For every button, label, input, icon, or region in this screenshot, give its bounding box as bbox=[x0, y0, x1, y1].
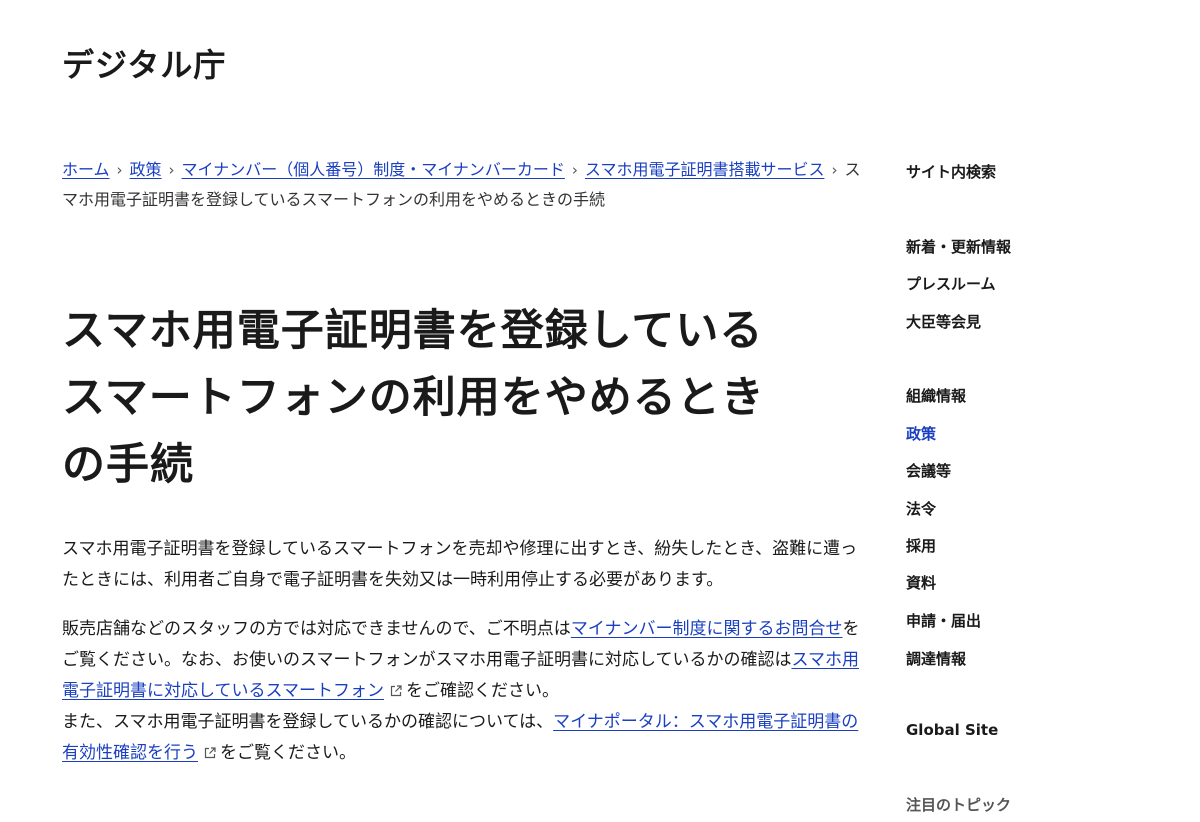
chevron-right-icon: › bbox=[116, 161, 123, 179]
guidance-text: をご確認ください。 bbox=[405, 681, 559, 701]
sidebar-item-meetings[interactable]: 会議等 bbox=[906, 460, 951, 481]
site-logo[interactable]: デジタル庁 bbox=[62, 40, 226, 86]
sidebar-item-organization[interactable]: 組織情報 bbox=[906, 385, 966, 406]
sidebar-item-recruit[interactable]: 採用 bbox=[906, 535, 936, 556]
chevron-right-icon: › bbox=[831, 161, 838, 179]
sidebar-item-procurement[interactable]: 調達情報 bbox=[906, 648, 966, 669]
sidebar-item-resources[interactable]: 資料 bbox=[906, 572, 936, 593]
mynumber-inquiry-link[interactable]: マイナンバー制度に関するお問合せ bbox=[571, 619, 843, 639]
page-title-line: の手続 bbox=[62, 440, 194, 490]
global-site-link[interactable]: Global Site bbox=[906, 721, 998, 739]
chevron-right-icon: › bbox=[168, 161, 175, 179]
breadcrumb-home-link[interactable]: ホーム bbox=[62, 160, 110, 179]
breadcrumb-mynumber-link[interactable]: マイナンバー（個人番号）制度・マイナンバーカード bbox=[182, 160, 565, 179]
sidebar-item-news[interactable]: 新着・更新情報 bbox=[906, 236, 1011, 257]
breadcrumb-smartphone-cert-link[interactable]: スマホ用電子証明書搭載サービス bbox=[585, 160, 825, 179]
breadcrumb-policy-link[interactable]: 政策 bbox=[130, 160, 162, 179]
intro-paragraph: スマホ用電子証明書を登録しているスマートフォンを売却や修理に出すとき、紛失したと… bbox=[62, 539, 858, 590]
page-title: スマホ用電子証明書を登録している スマートフォンの利用をやめるとき の手続 bbox=[62, 298, 868, 499]
guidance-text: をご覧ください。 bbox=[220, 743, 356, 763]
sidebar-item-applications[interactable]: 申請・届出 bbox=[906, 610, 981, 631]
external-link-icon bbox=[390, 685, 402, 697]
sidebar-item-press-room[interactable]: プレスルーム bbox=[906, 273, 996, 294]
chevron-right-icon: › bbox=[571, 161, 578, 179]
sidebar-item-laws[interactable]: 法令 bbox=[906, 498, 936, 519]
main-content: ホーム › 政策 › マイナンバー（個人番号）制度・マイナンバーカード › スマホ用電子証明… bbox=[62, 155, 868, 769]
page-title-line: スマートフォンの利用をやめるとき bbox=[62, 373, 765, 423]
guidance-text: また、スマホ用電子証明書を登録しているかの確認については、 bbox=[62, 712, 554, 732]
sidebar-item-minister-press[interactable]: 大臣等会見 bbox=[906, 311, 981, 332]
breadcrumb: ホーム › 政策 › マイナンバー（個人番号）制度・マイナンバーカード › スマホ用電子証明… bbox=[62, 155, 868, 214]
external-link-icon bbox=[204, 747, 216, 759]
sidebar-item-policy[interactable]: 政策 bbox=[906, 423, 936, 444]
guidance-text: 販売店舗などのスタッフの方では対応できませんので、ご不明点は bbox=[62, 619, 571, 639]
featured-topics-heading: 注目のトピック bbox=[906, 796, 1012, 814]
guidance-paragraph: 販売店舗などのスタッフの方では対応できませんので、ご不明点はマイナンバー制度に関… bbox=[62, 614, 868, 769]
site-search-button[interactable]: サイト内検索 bbox=[906, 161, 996, 182]
page-title-line: スマホ用電子証明書を登録している bbox=[62, 306, 764, 356]
